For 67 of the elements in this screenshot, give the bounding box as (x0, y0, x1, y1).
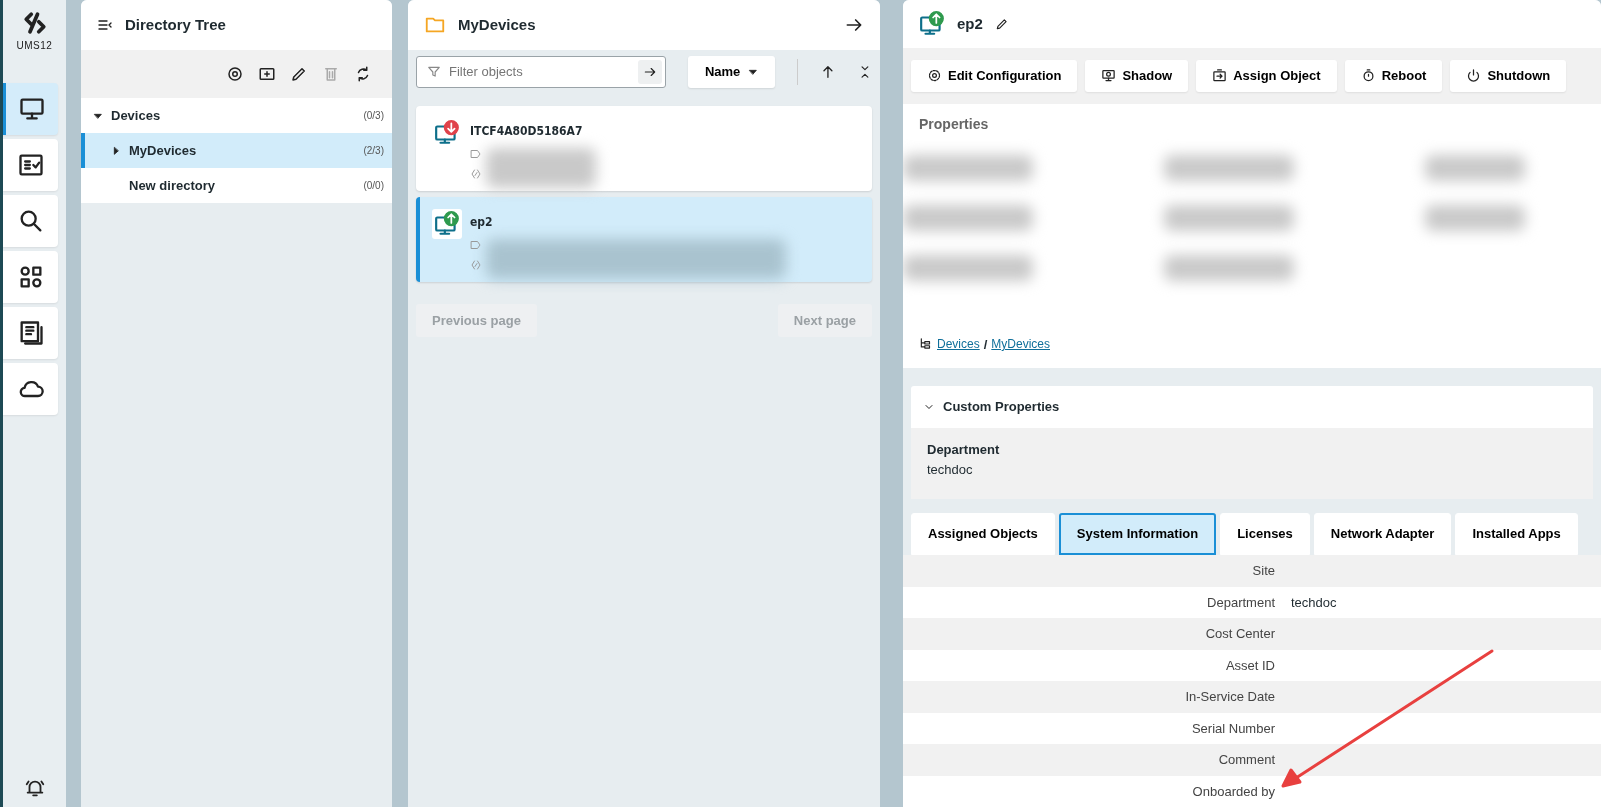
tab[interactable]: Licenses (1220, 513, 1310, 555)
breadcrumb-link[interactable]: Devices (937, 335, 980, 354)
apply-button[interactable] (637, 60, 662, 84)
field-value: techdoc (1291, 593, 1337, 612)
field-label: Onboarded by (1191, 782, 1275, 801)
nav-button[interactable] (3, 363, 58, 415)
tree-item[interactable]: MyDevices (2/3) (81, 133, 392, 168)
device-card[interactable]: ITCF4A80D5186A7 (416, 106, 872, 191)
breadcrumb-separator: / (983, 335, 988, 354)
nav-button[interactable] (3, 251, 58, 303)
item-count: (2/3) (363, 144, 384, 158)
tree-item[interactable]: Devices (0/3) (81, 98, 392, 133)
nav-button[interactable] (3, 307, 58, 359)
new-folder-icon[interactable] (258, 65, 276, 83)
device-status-icon (919, 10, 945, 37)
tab[interactable]: System Information (1058, 513, 1217, 555)
monitor-icon (1101, 68, 1117, 84)
tab[interactable]: Network Adapter (1313, 513, 1452, 555)
nav-button[interactable] (3, 195, 58, 247)
field-label: Serial Number (1190, 719, 1275, 738)
section-header[interactable]: Custom Properties (911, 386, 1593, 428)
tag-icon (470, 239, 482, 251)
action-button[interactable]: Reboot (1344, 59, 1443, 92)
item-count: (0/0) (363, 179, 384, 193)
breadcrumb-link[interactable]: MyDevices (991, 335, 1050, 354)
action-button[interactable]: Assign Object (1196, 59, 1337, 92)
device-title: ep2 (957, 13, 983, 34)
pencil-icon[interactable] (994, 16, 1009, 31)
tab[interactable]: Installed Apps (1455, 513, 1578, 555)
field-label: Department (1206, 593, 1275, 612)
field-label: In-Service Date (1184, 688, 1275, 706)
field-label: Comment (1217, 751, 1275, 769)
nav-button[interactable] (3, 139, 58, 191)
action-button[interactable]: Edit Configuration (911, 59, 1078, 92)
property-label: Department (927, 441, 1001, 459)
power-icon (1466, 68, 1482, 84)
device-name: ITCF4A80D5186A7 (470, 123, 584, 140)
section-heading: Properties (919, 114, 990, 134)
hierarchy-icon (919, 337, 933, 352)
collapse-menu-icon[interactable] (97, 17, 113, 33)
device-status-icon (434, 211, 460, 237)
assign-icon (1212, 68, 1228, 84)
field-label: Cost Center (1204, 625, 1275, 643)
sort-dropdown[interactable]: Name (687, 56, 776, 88)
target-icon[interactable] (226, 65, 244, 83)
caret-right-icon[interactable] (111, 145, 121, 156)
tab[interactable]: Assigned Objects (911, 513, 1055, 555)
logo-text: UMS12 (16, 39, 53, 53)
tag-icon (470, 148, 482, 160)
nav-button[interactable] (3, 83, 58, 135)
filter-icon (427, 65, 441, 79)
pencil-icon[interactable] (290, 65, 308, 83)
filter-field[interactable]: Filter objects (416, 56, 666, 88)
device-card[interactable]: ep2 (416, 197, 872, 282)
device-name: ep2 (470, 214, 494, 231)
field-label: Site (1251, 562, 1275, 580)
action-button[interactable]: Shutdown (1450, 59, 1567, 92)
field-label: Asset ID (1224, 656, 1275, 675)
property-value: techdoc (927, 460, 974, 479)
panel-title: Directory Tree (125, 14, 226, 35)
action-button[interactable]: Shadow (1085, 59, 1189, 92)
caret-down-icon (748, 67, 759, 77)
arrow-right-icon (642, 65, 657, 79)
item-count: (0/3) (363, 109, 384, 123)
tree-item[interactable]: New directory (0/0) (81, 168, 392, 203)
device-status-icon (434, 120, 460, 146)
panel-title: MyDevices (458, 14, 536, 35)
